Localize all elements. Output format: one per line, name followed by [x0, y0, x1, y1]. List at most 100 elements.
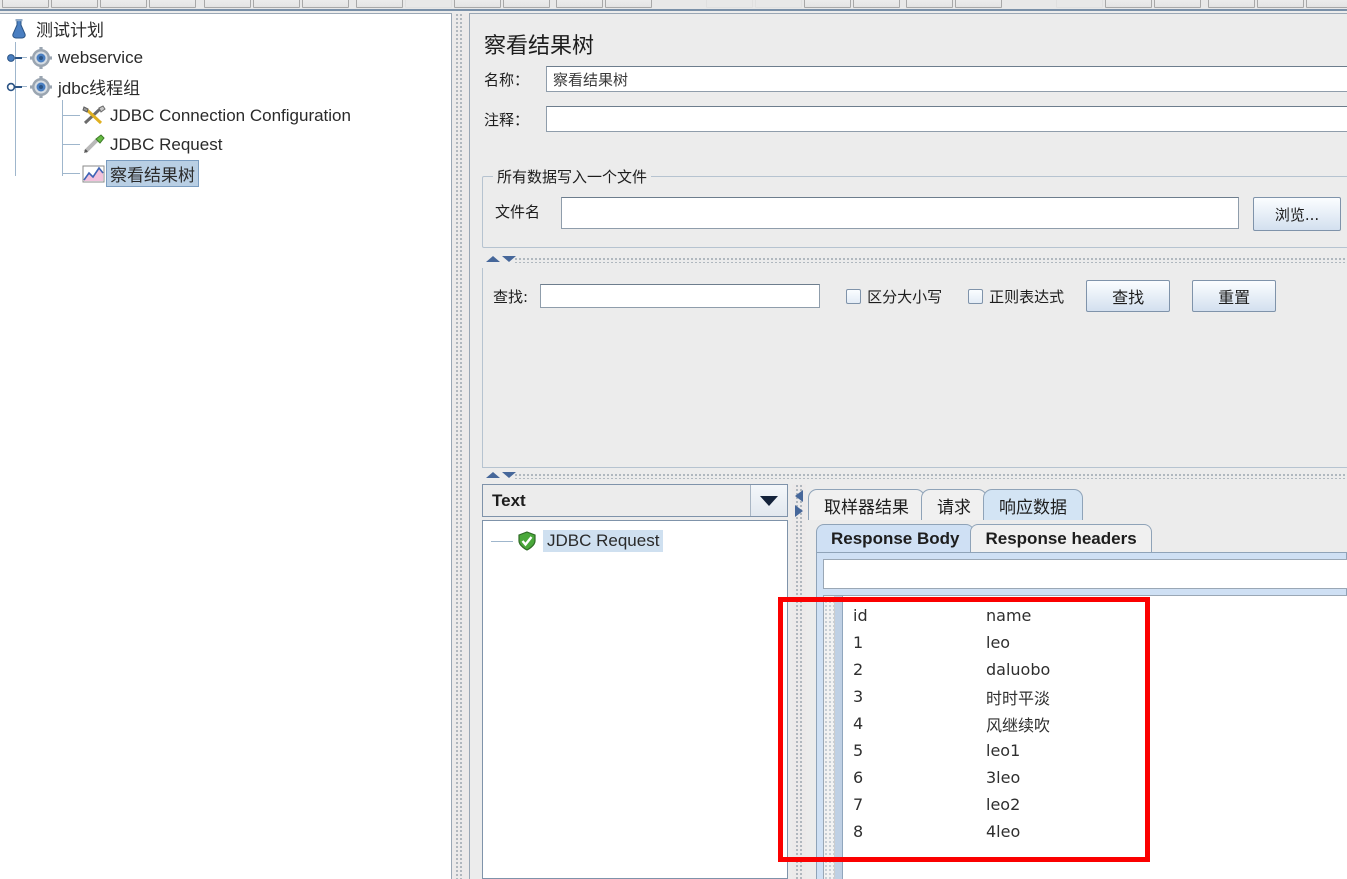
toolbar-button[interactable] — [2, 0, 49, 8]
tree-node-view-results-tree[interactable]: 察看结果树 — [0, 159, 451, 188]
tree-node-jdbc-thread-group[interactable]: jdbc线程组 — [0, 72, 451, 101]
toolbar-button[interactable] — [906, 0, 953, 8]
splitter-grip — [795, 484, 802, 879]
reset-button[interactable]: 重置 — [1192, 280, 1277, 312]
toolbar-button[interactable] — [51, 0, 98, 8]
column-header-id: id — [853, 606, 868, 625]
render-selector[interactable]: Text — [482, 484, 788, 517]
tree-node-label: JDBC Request — [110, 134, 223, 154]
response-content[interactable]: id name 1 leo 2 daluobo 3 时时平淡 4 风继续吹 5 … — [823, 595, 1347, 879]
sampler-icon — [80, 133, 106, 157]
toolbar-button[interactable] — [204, 0, 251, 8]
tree-node-test-plan[interactable]: 测试计划 — [0, 14, 451, 43]
toolbar-button[interactable] — [804, 0, 851, 8]
toolbar-button[interactable] — [100, 0, 147, 8]
tree-connector — [491, 540, 513, 542]
horizontal-splitter-bottom[interactable] — [480, 470, 1347, 481]
toolbar-button[interactable] — [253, 0, 300, 8]
toolbar-button[interactable] — [356, 0, 403, 8]
splitter-arrows[interactable] — [793, 490, 805, 520]
tree-node-label: 测试计划 — [36, 21, 104, 40]
results-splitter[interactable] — [792, 484, 806, 879]
checkbox-box-icon[interactable] — [846, 288, 862, 304]
toolbar-button[interactable] — [454, 0, 501, 8]
regex-checkbox[interactable]: 正则表达式 — [968, 286, 1064, 307]
toolbar-button[interactable] — [605, 0, 652, 8]
cell-id: 5 — [853, 741, 864, 760]
case-sensitive-checkbox[interactable]: 区分大小写 — [846, 286, 942, 307]
toolbar-button[interactable] — [1257, 0, 1304, 8]
tab-request[interactable]: 请求 — [921, 489, 987, 520]
cell-id: 3 — [853, 687, 864, 706]
toolbar-button[interactable] — [955, 0, 1002, 8]
search-input[interactable] — [540, 284, 821, 308]
name-label: 名称： — [484, 70, 530, 89]
tab-sampler-result[interactable]: 取样器结果 — [808, 489, 925, 520]
tab-response-data[interactable]: 响应数据 — [983, 489, 1083, 520]
comment-label: 注释： — [484, 110, 530, 129]
cell-name: 风继续吹 — [986, 715, 1051, 735]
toolbar-button[interactable] — [405, 0, 452, 8]
result-tabs-panel: 取样器结果 请求 响应数据 Response Body Response hea… — [808, 484, 1347, 879]
cell-name: leo1 — [986, 741, 1021, 760]
jmeter-window: 测试计划 webservice jdbc线程组 JDBC Connection … — [0, 0, 1347, 879]
case-sensitive-label: 区分大小写 — [867, 287, 943, 306]
thread-group-icon — [28, 46, 54, 70]
checkbox-box-icon[interactable] — [968, 288, 984, 304]
toolbar-button[interactable] — [1154, 0, 1201, 8]
tree-node-label: JDBC Connection Configuration — [110, 105, 351, 125]
toolbar-button[interactable] — [1056, 0, 1103, 8]
browse-button[interactable]: 浏览... — [1253, 197, 1341, 231]
toolbar-button[interactable] — [706, 0, 753, 8]
toolbar-button[interactable] — [755, 0, 802, 8]
tree-node-jdbc-request[interactable]: JDBC Request — [0, 130, 451, 159]
results-tree[interactable]: JDBC Request — [482, 520, 788, 879]
toolbar-button[interactable] — [1208, 0, 1255, 8]
cell-id: 7 — [853, 795, 864, 814]
tree-expand-handle[interactable] — [6, 75, 28, 99]
cell-name: leo2 — [986, 795, 1021, 814]
cell-name: leo — [986, 633, 1011, 652]
name-input[interactable] — [546, 66, 1347, 92]
subtab-response-headers[interactable]: Response headers — [970, 524, 1152, 553]
comment-input[interactable] — [546, 106, 1347, 132]
toolbar-button[interactable] — [302, 0, 349, 8]
toolbar-button[interactable] — [1105, 0, 1152, 8]
toolbar-button[interactable] — [556, 0, 603, 8]
config-element-icon — [80, 104, 106, 128]
filename-input[interactable] — [561, 197, 1239, 229]
search-row: 查找: 区分大小写 正则表达式 查找 重置 — [493, 280, 1277, 312]
splitter-collapse-up-icon[interactable] — [486, 256, 500, 262]
results-area: Text JDBC Request 取样器结果 请求 响应数据 Response… — [482, 484, 1347, 879]
cell-id: 1 — [853, 633, 864, 652]
response-search-input[interactable] — [823, 559, 1347, 589]
chevron-down-icon[interactable] — [750, 485, 787, 516]
toolbar-button[interactable] — [1306, 0, 1347, 8]
test-plan-tree[interactable]: 测试计划 webservice jdbc线程组 JDBC Connection … — [0, 13, 452, 879]
table-row: 5 leo1 — [853, 737, 1347, 764]
tree-node-webservice[interactable]: webservice — [0, 43, 451, 72]
results-tree-item-label: JDBC Request — [543, 530, 664, 552]
main-vertical-splitter[interactable] — [452, 13, 470, 879]
horizontal-splitter-top[interactable] — [480, 254, 1347, 265]
tree-expand-handle[interactable] — [6, 46, 28, 70]
toolbar — [0, 0, 1347, 11]
results-tree-item[interactable]: JDBC Request — [483, 527, 787, 555]
chevron-left-icon[interactable] — [795, 490, 803, 502]
cell-id: 8 — [853, 822, 864, 841]
view-results-tree-icon — [80, 162, 106, 186]
toolbar-button[interactable] — [853, 0, 900, 8]
write-to-file-title: 所有数据写入一个文件 — [493, 166, 652, 187]
cell-id: 4 — [853, 714, 864, 733]
column-header-name: name — [986, 606, 1032, 625]
subtab-response-body[interactable]: Response Body — [816, 524, 975, 553]
find-button[interactable]: 查找 — [1086, 280, 1171, 312]
cell-id: 2 — [853, 660, 864, 679]
toolbar-button[interactable] — [503, 0, 550, 8]
tree-node-jdbc-connection-configuration[interactable]: JDBC Connection Configuration — [0, 101, 451, 130]
splitter-collapse-up-icon[interactable] — [486, 472, 500, 478]
toolbar-button[interactable] — [149, 0, 196, 8]
table-row: 2 daluobo — [853, 656, 1347, 683]
chevron-right-icon[interactable] — [795, 505, 803, 517]
response-subtabs: Response Body Response headers — [816, 523, 1152, 553]
